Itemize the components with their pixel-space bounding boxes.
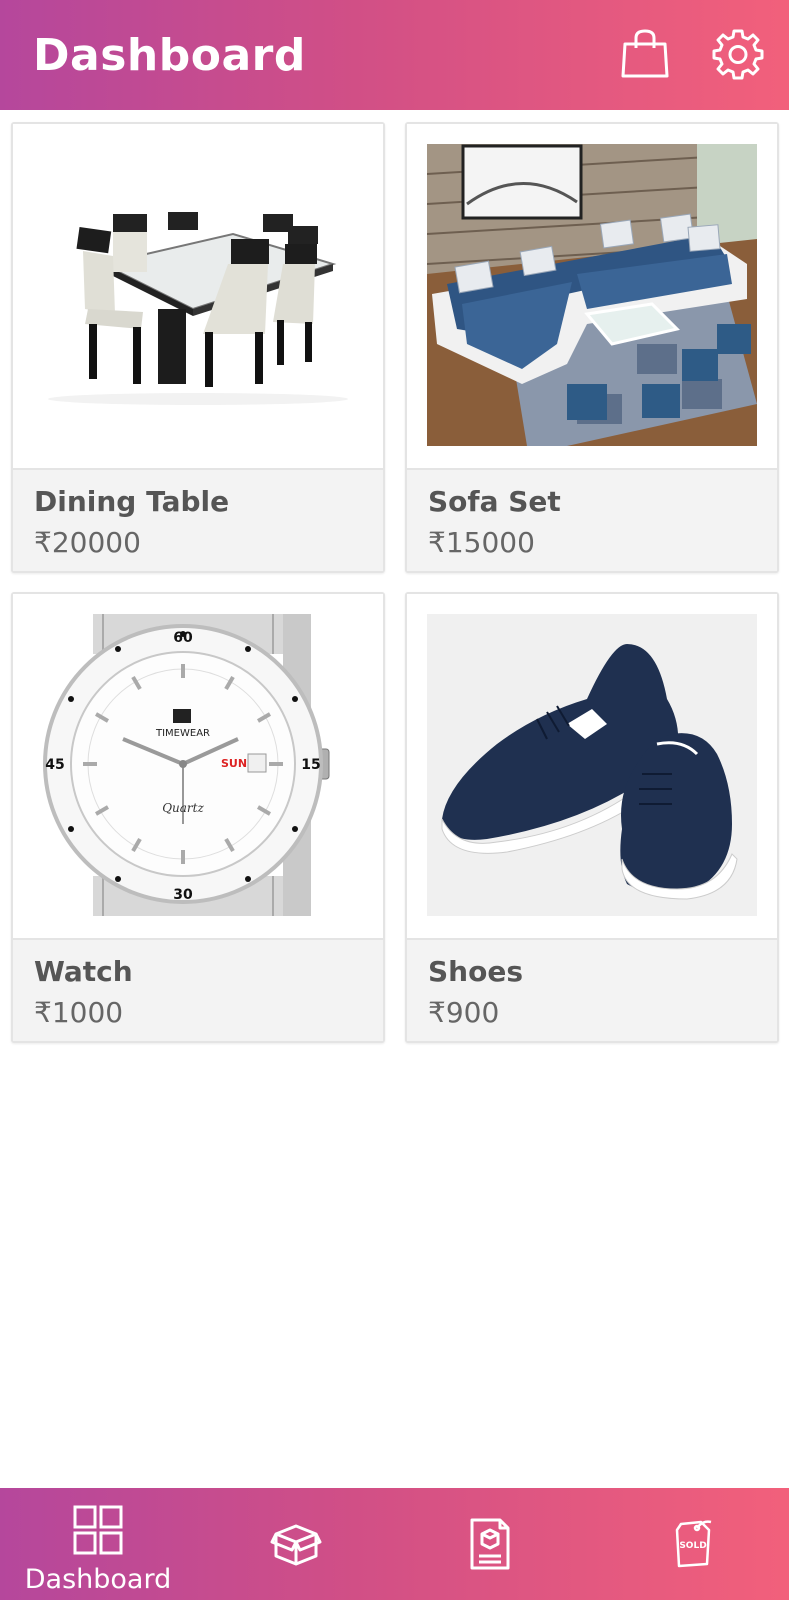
product-name: Watch [34, 955, 133, 988]
nav-dashboard[interactable]: Dashboard [13, 1488, 183, 1600]
bezel-60: 60 [173, 630, 193, 646]
grid-icon [72, 1504, 124, 1556]
watch-image: 60 15 30 45 TIMEWEAR Quartz SUN [13, 594, 383, 938]
sofa-set-image [407, 124, 777, 468]
product-price: ₹1000 [34, 996, 124, 1029]
shopping-bag-icon[interactable] [619, 28, 671, 80]
product-price: ₹20000 [34, 526, 141, 559]
svg-text:30: 30 [173, 887, 193, 903]
watch-day: SUN [221, 757, 247, 770]
product-name: Dining Table [34, 485, 230, 518]
nav-documents[interactable] [405, 1488, 575, 1600]
document-icon [464, 1518, 516, 1570]
svg-text:45: 45 [45, 757, 64, 773]
dining-table-image [13, 124, 383, 468]
nav-products[interactable] [211, 1488, 381, 1600]
product-price: ₹900 [428, 996, 500, 1029]
shoes-image [407, 594, 777, 938]
box-icon [270, 1518, 322, 1570]
app-bar: Dashboard [0, 0, 789, 110]
product-name: Shoes [428, 955, 523, 988]
watch-quartz: Quartz [162, 801, 204, 815]
sold-tag-icon: SOLD [667, 1518, 719, 1570]
product-price: ₹15000 [428, 526, 535, 559]
nav-sold[interactable]: SOLD [608, 1488, 778, 1600]
product-info: Sofa Set ₹15000 [407, 468, 777, 571]
svg-text:SOLD: SOLD [679, 1541, 706, 1551]
product-card-shoes[interactable]: Shoes ₹900 [405, 592, 779, 1043]
product-info: Watch ₹1000 [13, 938, 383, 1041]
product-info: Shoes ₹900 [407, 938, 777, 1041]
product-name: Sofa Set [428, 485, 561, 518]
gear-icon[interactable] [712, 28, 764, 80]
product-card-dining-table[interactable]: Dining Table ₹20000 [11, 122, 385, 573]
page-title: Dashboard [33, 30, 306, 81]
product-info: Dining Table ₹20000 [13, 468, 383, 571]
product-card-sofa-set[interactable]: Sofa Set ₹15000 [405, 122, 779, 573]
svg-text:15: 15 [301, 757, 320, 773]
bottom-nav: Dashboard SOLD [0, 1488, 789, 1600]
nav-label: Dashboard [24, 1564, 172, 1595]
watch-brand: TIMEWEAR [155, 728, 210, 739]
product-card-watch[interactable]: 60 15 30 45 TIMEWEAR Quartz SUN Watch ₹1… [11, 592, 385, 1043]
